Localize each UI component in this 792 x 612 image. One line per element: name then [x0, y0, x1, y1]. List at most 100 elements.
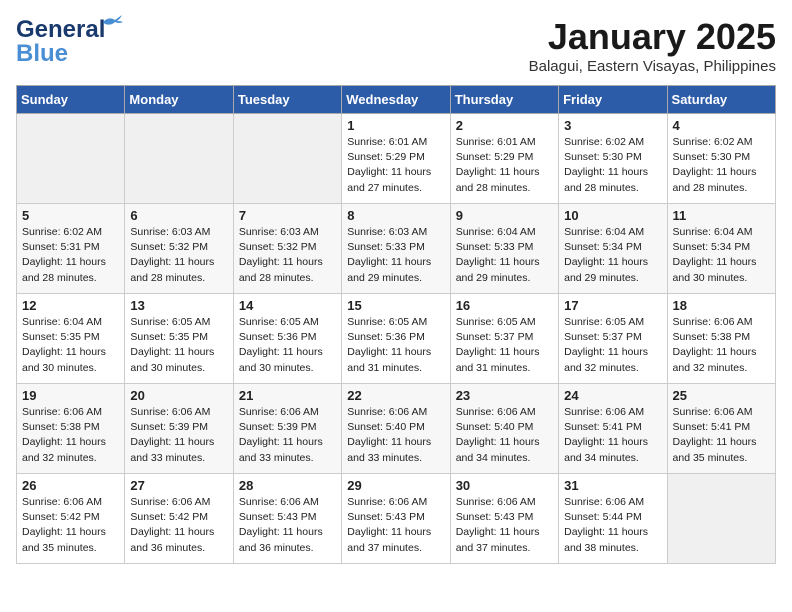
- day-number: 7: [239, 208, 336, 223]
- calendar-cell: 9 Sunrise: 6:04 AMSunset: 5:33 PMDayligh…: [450, 204, 558, 294]
- calendar-cell: 10 Sunrise: 6:04 AMSunset: 5:34 PMDaylig…: [559, 204, 667, 294]
- day-info: Sunrise: 6:05 AMSunset: 5:35 PMDaylight:…: [130, 315, 227, 376]
- day-number: 8: [347, 208, 444, 223]
- day-number: 22: [347, 388, 444, 403]
- calendar-cell: 12 Sunrise: 6:04 AMSunset: 5:35 PMDaylig…: [17, 294, 125, 384]
- calendar-cell: 3 Sunrise: 6:02 AMSunset: 5:30 PMDayligh…: [559, 114, 667, 204]
- day-info: Sunrise: 6:04 AMSunset: 5:35 PMDaylight:…: [22, 315, 119, 376]
- day-info: Sunrise: 6:06 AMSunset: 5:42 PMDaylight:…: [130, 495, 227, 556]
- calendar-cell: 27 Sunrise: 6:06 AMSunset: 5:42 PMDaylig…: [125, 474, 233, 564]
- day-number: 24: [564, 388, 661, 403]
- day-number: 30: [456, 478, 553, 493]
- day-number: 2: [456, 118, 553, 133]
- day-info: Sunrise: 6:04 AMSunset: 5:33 PMDaylight:…: [456, 225, 553, 286]
- day-number: 27: [130, 478, 227, 493]
- calendar-cell: 13 Sunrise: 6:05 AMSunset: 5:35 PMDaylig…: [125, 294, 233, 384]
- calendar-cell: 31 Sunrise: 6:06 AMSunset: 5:44 PMDaylig…: [559, 474, 667, 564]
- day-number: 20: [130, 388, 227, 403]
- day-number: 23: [456, 388, 553, 403]
- calendar-cell: 1 Sunrise: 6:01 AMSunset: 5:29 PMDayligh…: [342, 114, 450, 204]
- day-info: Sunrise: 6:06 AMSunset: 5:40 PMDaylight:…: [347, 405, 444, 466]
- day-info: Sunrise: 6:06 AMSunset: 5:41 PMDaylight:…: [564, 405, 661, 466]
- calendar-cell: 20 Sunrise: 6:06 AMSunset: 5:39 PMDaylig…: [125, 384, 233, 474]
- day-info: Sunrise: 6:04 AMSunset: 5:34 PMDaylight:…: [564, 225, 661, 286]
- day-info: Sunrise: 6:03 AMSunset: 5:32 PMDaylight:…: [130, 225, 227, 286]
- day-number: 5: [22, 208, 119, 223]
- day-info: Sunrise: 6:05 AMSunset: 5:37 PMDaylight:…: [456, 315, 553, 376]
- weekday-header-monday: Monday: [125, 86, 233, 114]
- calendar-cell: 22 Sunrise: 6:06 AMSunset: 5:40 PMDaylig…: [342, 384, 450, 474]
- weekday-header-wednesday: Wednesday: [342, 86, 450, 114]
- calendar-cell: [17, 114, 125, 204]
- calendar-cell: 28 Sunrise: 6:06 AMSunset: 5:43 PMDaylig…: [233, 474, 341, 564]
- day-number: 14: [239, 298, 336, 313]
- day-info: Sunrise: 6:05 AMSunset: 5:36 PMDaylight:…: [239, 315, 336, 376]
- day-number: 29: [347, 478, 444, 493]
- day-info: Sunrise: 6:06 AMSunset: 5:44 PMDaylight:…: [564, 495, 661, 556]
- weekday-header-tuesday: Tuesday: [233, 86, 341, 114]
- day-number: 17: [564, 298, 661, 313]
- day-info: Sunrise: 6:01 AMSunset: 5:29 PMDaylight:…: [456, 135, 553, 196]
- calendar-cell: 21 Sunrise: 6:06 AMSunset: 5:39 PMDaylig…: [233, 384, 341, 474]
- calendar-cell: 23 Sunrise: 6:06 AMSunset: 5:40 PMDaylig…: [450, 384, 558, 474]
- calendar-cell: [125, 114, 233, 204]
- calendar-cell: [233, 114, 341, 204]
- day-number: 4: [673, 118, 770, 133]
- day-number: 16: [456, 298, 553, 313]
- calendar-cell: 8 Sunrise: 6:03 AMSunset: 5:33 PMDayligh…: [342, 204, 450, 294]
- day-info: Sunrise: 6:06 AMSunset: 5:39 PMDaylight:…: [239, 405, 336, 466]
- day-info: Sunrise: 6:04 AMSunset: 5:34 PMDaylight:…: [673, 225, 770, 286]
- day-number: 13: [130, 298, 227, 313]
- day-info: Sunrise: 6:06 AMSunset: 5:43 PMDaylight:…: [347, 495, 444, 556]
- calendar-cell: 26 Sunrise: 6:06 AMSunset: 5:42 PMDaylig…: [17, 474, 125, 564]
- day-number: 3: [564, 118, 661, 133]
- day-info: Sunrise: 6:06 AMSunset: 5:39 PMDaylight:…: [130, 405, 227, 466]
- day-info: Sunrise: 6:06 AMSunset: 5:43 PMDaylight:…: [239, 495, 336, 556]
- weekday-header-friday: Friday: [559, 86, 667, 114]
- calendar-table: SundayMondayTuesdayWednesdayThursdayFrid…: [16, 85, 776, 564]
- day-number: 21: [239, 388, 336, 403]
- day-number: 26: [22, 478, 119, 493]
- calendar-cell: 30 Sunrise: 6:06 AMSunset: 5:43 PMDaylig…: [450, 474, 558, 564]
- calendar-cell: 19 Sunrise: 6:06 AMSunset: 5:38 PMDaylig…: [17, 384, 125, 474]
- day-info: Sunrise: 6:06 AMSunset: 5:42 PMDaylight:…: [22, 495, 119, 556]
- day-number: 10: [564, 208, 661, 223]
- page-header: General Blue January 2025 Balagui, Easte…: [16, 16, 776, 75]
- logo-general: General: [16, 16, 105, 43]
- calendar-cell: [667, 474, 775, 564]
- day-number: 15: [347, 298, 444, 313]
- calendar-week-row: 19 Sunrise: 6:06 AMSunset: 5:38 PMDaylig…: [17, 384, 776, 474]
- calendar-cell: 16 Sunrise: 6:05 AMSunset: 5:37 PMDaylig…: [450, 294, 558, 384]
- weekday-header-saturday: Saturday: [667, 86, 775, 114]
- day-info: Sunrise: 6:02 AMSunset: 5:31 PMDaylight:…: [22, 225, 119, 286]
- day-info: Sunrise: 6:02 AMSunset: 5:30 PMDaylight:…: [564, 135, 661, 196]
- calendar-cell: 29 Sunrise: 6:06 AMSunset: 5:43 PMDaylig…: [342, 474, 450, 564]
- calendar-cell: 14 Sunrise: 6:05 AMSunset: 5:36 PMDaylig…: [233, 294, 341, 384]
- weekday-header-sunday: Sunday: [17, 86, 125, 114]
- day-info: Sunrise: 6:03 AMSunset: 5:33 PMDaylight:…: [347, 225, 444, 286]
- day-number: 1: [347, 118, 444, 133]
- calendar-week-row: 26 Sunrise: 6:06 AMSunset: 5:42 PMDaylig…: [17, 474, 776, 564]
- day-info: Sunrise: 6:05 AMSunset: 5:37 PMDaylight:…: [564, 315, 661, 376]
- calendar-cell: 7 Sunrise: 6:03 AMSunset: 5:32 PMDayligh…: [233, 204, 341, 294]
- day-info: Sunrise: 6:06 AMSunset: 5:38 PMDaylight:…: [22, 405, 119, 466]
- day-info: Sunrise: 6:02 AMSunset: 5:30 PMDaylight:…: [673, 135, 770, 196]
- day-info: Sunrise: 6:03 AMSunset: 5:32 PMDaylight:…: [239, 225, 336, 286]
- weekday-header-row: SundayMondayTuesdayWednesdayThursdayFrid…: [17, 86, 776, 114]
- calendar-week-row: 12 Sunrise: 6:04 AMSunset: 5:35 PMDaylig…: [17, 294, 776, 384]
- calendar-cell: 2 Sunrise: 6:01 AMSunset: 5:29 PMDayligh…: [450, 114, 558, 204]
- calendar-cell: 6 Sunrise: 6:03 AMSunset: 5:32 PMDayligh…: [125, 204, 233, 294]
- day-number: 19: [22, 388, 119, 403]
- calendar-week-row: 5 Sunrise: 6:02 AMSunset: 5:31 PMDayligh…: [17, 204, 776, 294]
- month-title: January 2025: [529, 16, 776, 58]
- day-number: 25: [673, 388, 770, 403]
- day-number: 31: [564, 478, 661, 493]
- logo-blue: Blue: [16, 40, 68, 68]
- day-info: Sunrise: 6:06 AMSunset: 5:40 PMDaylight:…: [456, 405, 553, 466]
- calendar-cell: 24 Sunrise: 6:06 AMSunset: 5:41 PMDaylig…: [559, 384, 667, 474]
- calendar-cell: 11 Sunrise: 6:04 AMSunset: 5:34 PMDaylig…: [667, 204, 775, 294]
- day-number: 9: [456, 208, 553, 223]
- weekday-header-thursday: Thursday: [450, 86, 558, 114]
- day-info: Sunrise: 6:01 AMSunset: 5:29 PMDaylight:…: [347, 135, 444, 196]
- day-number: 11: [673, 208, 770, 223]
